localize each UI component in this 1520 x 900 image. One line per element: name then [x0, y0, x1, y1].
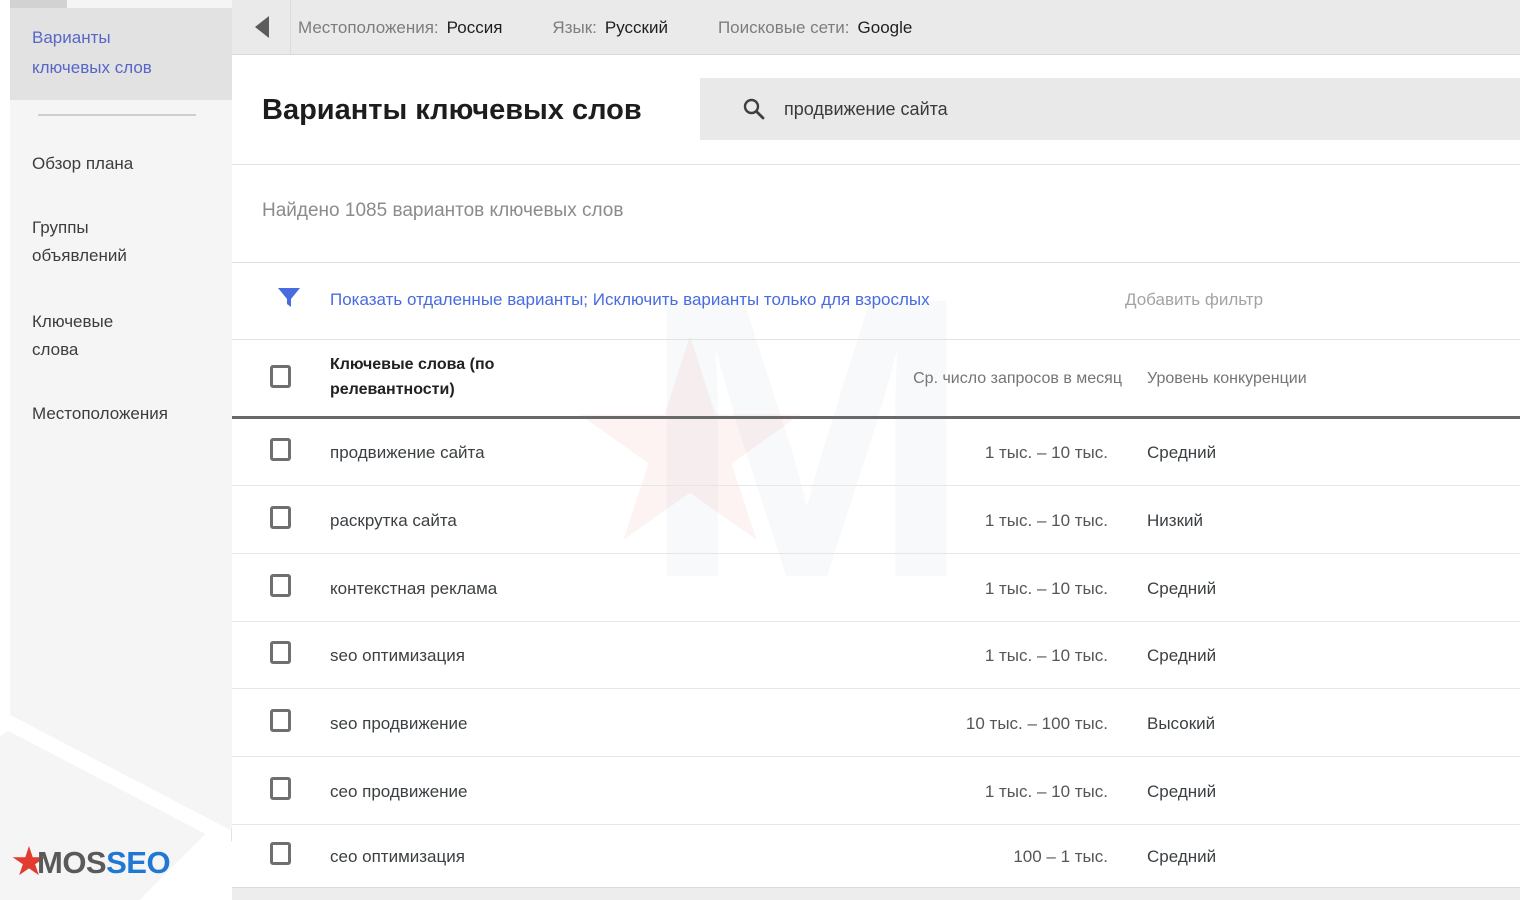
sidebar-divider — [38, 114, 196, 116]
setting-language-label: Язык: — [552, 18, 596, 37]
table-row: раскрутка сайта 1 тыс. – 10 тыс. Низкий — [232, 487, 1520, 554]
logo-text-seo: SEO — [106, 845, 170, 880]
keyword-cell: продвижение сайта — [330, 419, 485, 486]
table-row: seo продвижение 10 тыс. – 100 тыс. Высок… — [232, 690, 1520, 757]
bottom-scroll-strip[interactable] — [232, 887, 1520, 900]
logo-text-mos: MOS — [37, 845, 106, 880]
column-header-volume[interactable]: Ср. число запросов в месяц — [832, 370, 1122, 388]
sidebar-item-plan-overview[interactable]: Обзор плана — [32, 150, 172, 178]
logo-text: MOSSEO — [37, 845, 170, 881]
sidebar-item-keyword-ideas-active[interactable]: Варианты ключевых слов — [10, 8, 232, 100]
results-count: Найдено 1085 вариантов ключевых слов — [262, 200, 623, 222]
competition-cell: Высокий — [1147, 690, 1215, 757]
select-all-checkbox[interactable] — [270, 365, 291, 388]
active-filters-chip[interactable]: Показать отдаленные варианты; Исключить … — [330, 290, 930, 310]
divider — [232, 262, 1520, 263]
sidebar-item-locations[interactable]: Местоположения — [32, 400, 172, 428]
sidebar: Варианты ключевых слов Обзор плана Групп… — [0, 0, 232, 900]
row-checkbox[interactable] — [270, 777, 291, 800]
keyword-planner-app: Варианты ключевых слов Обзор плана Групп… — [0, 0, 1520, 900]
setting-networks-value: Google — [858, 18, 913, 37]
keyword-cell: раскрутка сайта — [330, 487, 457, 554]
topbar-divider — [290, 0, 291, 55]
setting-networks[interactable]: Поисковые сети: Google — [718, 18, 912, 38]
competition-cell: Средний — [1147, 622, 1216, 689]
plan-settings: Местоположения: Россия Язык: Русский Поиск… — [298, 0, 912, 55]
setting-networks-label: Поисковые сети: — [718, 18, 850, 37]
table-row: продвижение сайта 1 тыс. – 10 тыс. Средн… — [232, 419, 1520, 486]
volume-cell: 10 тыс. – 100 тыс. — [872, 690, 1108, 757]
sidebar-item-ad-groups[interactable]: Группы объявлений — [32, 214, 172, 270]
divider — [232, 339, 1520, 340]
row-checkbox[interactable] — [270, 842, 291, 865]
volume-cell: 1 тыс. – 10 тыс. — [872, 555, 1108, 622]
volume-cell: 100 – 1 тыс. — [872, 826, 1108, 887]
volume-cell: 1 тыс. – 10 тыс. — [872, 758, 1108, 825]
search-icon — [742, 97, 766, 121]
row-checkbox[interactable] — [270, 574, 291, 597]
search-input[interactable]: продвижение сайта — [700, 78, 1520, 140]
table-row: seo оптимизация 1 тыс. – 10 тыс. Средний — [232, 622, 1520, 689]
keyword-cell: сео оптимизация — [330, 826, 465, 887]
keyword-cell: seo продвижение — [330, 690, 468, 757]
keyword-cell: сео продвижение — [330, 758, 468, 825]
table-row: сео продвижение 1 тыс. – 10 тыс. Средний — [232, 758, 1520, 825]
sidebar-background-decoration — [0, 0, 232, 900]
volume-cell: 1 тыс. – 10 тыс. — [872, 419, 1108, 486]
row-checkbox[interactable] — [270, 709, 291, 732]
search-value: продвижение сайта — [784, 78, 948, 140]
filter-icon — [278, 288, 300, 310]
setting-language-value: Русский — [605, 18, 668, 37]
table-row: контекстная реклама 1 тыс. – 10 тыс. Сре… — [232, 555, 1520, 622]
competition-cell: Средний — [1147, 555, 1216, 622]
volume-cell: 1 тыс. – 10 тыс. — [872, 487, 1108, 554]
competition-cell: Средний — [1147, 758, 1216, 825]
row-checkbox[interactable] — [270, 641, 291, 664]
table-row: сео оптимизация 100 – 1 тыс. Средний — [232, 826, 1520, 887]
keyword-cell: seo оптимизация — [330, 622, 465, 689]
setting-locations[interactable]: Местоположения: Россия — [298, 18, 502, 38]
row-checkbox[interactable] — [270, 506, 291, 529]
back-icon[interactable] — [255, 16, 269, 38]
setting-locations-value: Россия — [447, 18, 503, 37]
mosseo-logo: MOSSEO — [10, 843, 160, 881]
add-filter-button[interactable]: Добавить фильтр — [1125, 290, 1263, 310]
setting-language[interactable]: Язык: Русский — [552, 18, 668, 38]
setting-locations-label: Местоположения: — [298, 18, 439, 37]
competition-cell: Средний — [1147, 826, 1216, 887]
content-area: M Местоположения:Россия Язык:Русский Пои… — [232, 0, 1520, 900]
page-title: Варианты ключевых слов — [262, 94, 642, 127]
competition-cell: Низкий — [1147, 487, 1203, 554]
sidebar-top-sliver — [10, 0, 67, 8]
settings-topbar: Местоположения: Россия Язык: Русский Поиск… — [232, 0, 1520, 55]
sidebar-item-keywords[interactable]: Ключевые слова — [32, 308, 172, 364]
divider — [232, 164, 1520, 165]
keyword-cell: контекстная реклама — [330, 555, 497, 622]
column-header-keyword[interactable]: Ключевые слова (по релевантности) — [330, 352, 494, 402]
volume-cell: 1 тыс. – 10 тыс. — [872, 622, 1108, 689]
column-header-competition[interactable]: Уровень конкуренции — [1147, 370, 1307, 388]
row-checkbox[interactable] — [270, 438, 291, 461]
competition-cell: Средний — [1147, 419, 1216, 486]
